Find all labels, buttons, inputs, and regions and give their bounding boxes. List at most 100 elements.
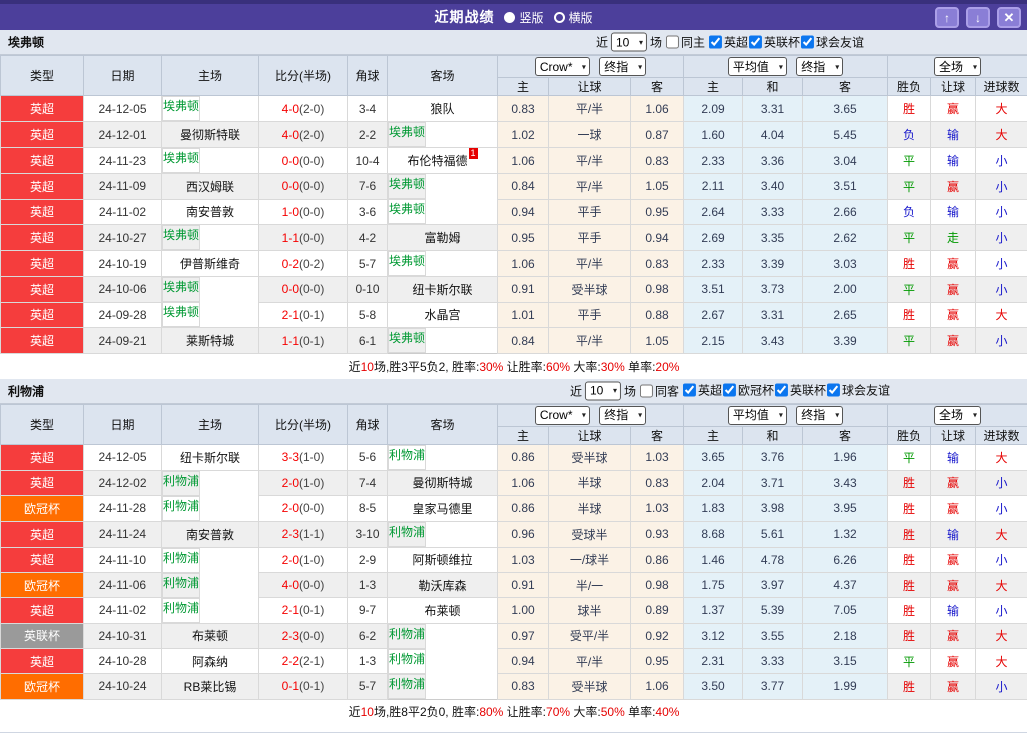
radio-vertical-icon[interactable] — [504, 11, 516, 23]
corners-cell: 3-4 — [347, 95, 388, 122]
final-odds-select[interactable]: 终指 — [599, 405, 647, 425]
move-down-button[interactable]: ↓ — [966, 7, 990, 28]
result-goals: 大 — [975, 95, 1027, 122]
date-cell: 24-10-28 — [83, 648, 162, 674]
same-venue-checkbox[interactable] — [639, 384, 653, 397]
avg-home-odds: 1.37 — [683, 597, 744, 624]
handicap-line: 受半球 — [548, 443, 631, 471]
league-filter[interactable]: 英超 — [708, 33, 748, 50]
results-table: 类型 日期 主场 比分(半场) 角球 客场 Crow* ▾ 终指 ▾ 平均值 ▾ 终指… — [0, 55, 1027, 379]
league-checkbox[interactable] — [827, 383, 841, 397]
league-filter[interactable]: 欧冠杯 — [722, 382, 774, 399]
recent-count-select[interactable]: 10 — [610, 32, 647, 52]
result-goals: 小 — [975, 147, 1027, 174]
league-filter[interactable]: 球会友谊 — [800, 33, 864, 50]
fullmatch-select[interactable]: 全场 — [934, 405, 982, 425]
match-row: 英超 24-12-02 利物浦 2-0(1-0) 7-4 曼彻斯特城 1.06 半球 0.83 2… — [0, 469, 1027, 496]
close-icon: ✕ — [1003, 9, 1015, 25]
handicap-away-odds: 0.83 — [629, 469, 685, 496]
subcol-away-odds: 客 — [629, 77, 685, 96]
avg-away-odds: 3.15 — [802, 648, 889, 674]
avg-draw-odds: 3.39 — [742, 250, 804, 277]
move-up-button[interactable]: ↑ — [935, 7, 959, 28]
final-odds-select[interactable]: 终指 — [599, 57, 647, 76]
col-header-home: 主场 — [161, 55, 259, 96]
recent-count-select[interactable]: 10 — [584, 381, 621, 400]
avg-home-odds: 2.33 — [683, 250, 744, 277]
corners-cell: 9-7 — [347, 597, 388, 624]
same-venue-filter[interactable]: 同客 — [639, 382, 679, 399]
result-handicap: 赢 — [930, 276, 977, 303]
league-filter[interactable]: 球会友谊 — [826, 382, 890, 399]
games-label: 场 — [623, 384, 636, 398]
same-venue-filter[interactable]: 同主 — [665, 34, 705, 51]
score-cell: 2-0(1-0) — [258, 469, 348, 496]
final-odds-select2[interactable]: 终指 — [796, 405, 844, 425]
result-winloss: 胜 — [887, 546, 932, 573]
team-section-everton: 埃弗顿 近 10 ▾ 场 同主 英超 英联杯 球会友谊 类型 日期 主场 比分(… — [0, 30, 1027, 379]
league-filter[interactable]: 英联杯 — [774, 382, 826, 399]
result-winloss: 胜 — [887, 622, 932, 649]
handicap-away-odds: 0.83 — [629, 147, 685, 174]
home-team-cell: 南安普敦 — [161, 520, 259, 548]
league-checkbox[interactable] — [709, 35, 722, 48]
result-winloss: 负 — [887, 198, 932, 225]
match-row: 英超 24-12-05 纽卡斯尔联 3-3(1-0) 5-6 利物浦 0.86 受半球 1.03… — [0, 443, 1027, 471]
score-cell: 4-0(2-0) — [258, 121, 348, 148]
avg-odds-select[interactable]: 平均值 — [727, 405, 787, 425]
score-cell: 2-2(2-1) — [258, 648, 348, 674]
handicap-line: 平/半 — [548, 648, 631, 674]
result-handicap: 走 — [930, 224, 977, 251]
handicap-line: 受半球 — [548, 673, 631, 700]
avg-odds-select[interactable]: 平均值 — [727, 57, 787, 76]
col-header-corners: 角球 — [347, 55, 388, 96]
league-filter[interactable]: 英联杯 — [748, 33, 800, 50]
page-title: 近期战绩 — [434, 9, 495, 25]
odds-source-select[interactable]: Crow* — [534, 405, 590, 425]
result-handicap: 输 — [930, 198, 977, 225]
avg-away-odds: 3.03 — [802, 250, 889, 277]
league-checkbox[interactable] — [749, 35, 763, 48]
avg-away-odds: 2.62 — [802, 224, 889, 251]
final-odds-select2[interactable]: 终指 — [796, 57, 844, 76]
score-cell: 0-1(0-1) — [258, 673, 348, 700]
odds-source-select[interactable]: Crow* — [534, 57, 590, 76]
recent-results-panel: 近期战绩 竖版 横版 ↑ ↓ ✕ 埃弗顿 近 10 ▾ 场 同主 英超 英联杯 … — [0, 0, 1027, 733]
result-handicap: 赢 — [930, 673, 977, 700]
handicap-home-odds: 1.02 — [497, 121, 549, 148]
same-venue-checkbox[interactable] — [665, 35, 679, 49]
handicap-line: 受半球 — [548, 276, 631, 303]
handicap-away-odds: 0.95 — [629, 198, 685, 225]
match-row: 英超 24-11-02 利物浦 2-1(0-1) 9-7 布莱顿 1.00 球半 0.89 1.3… — [0, 597, 1027, 624]
handicap-home-odds: 0.83 — [497, 673, 549, 700]
result-goals: 大 — [975, 520, 1027, 548]
result-handicap: 输 — [930, 147, 977, 174]
result-goals: 小 — [975, 250, 1027, 277]
handicap-odds-group: Crow* ▾ 终指 ▾ — [496, 403, 685, 427]
home-team-cell: 埃弗顿 — [162, 148, 201, 173]
subcol-home-odds: 主 — [497, 425, 549, 445]
corners-cell: 3-10 — [347, 520, 388, 548]
league-checkbox[interactable] — [723, 383, 737, 397]
score-cell: 2-1(0-1) — [258, 301, 348, 328]
avg-draw-odds: 3.97 — [742, 572, 804, 598]
league-filter[interactable]: 英超 — [682, 382, 722, 399]
avg-away-odds: 3.51 — [802, 173, 889, 200]
result-winloss: 负 — [887, 121, 932, 148]
radio-horizontal[interactable]: 横版 — [553, 9, 593, 26]
league-badge: 英超 — [0, 648, 84, 674]
league-checkbox[interactable] — [801, 35, 815, 48]
radio-vertical[interactable]: 竖版 — [504, 9, 544, 26]
radio-horizontal-icon[interactable] — [553, 11, 565, 23]
close-button[interactable]: ✕ — [997, 7, 1021, 28]
corners-cell: 5-6 — [347, 443, 388, 471]
league-badge: 英超 — [0, 597, 84, 624]
avg-draw-odds: 3.77 — [742, 673, 804, 700]
league-checkbox[interactable] — [682, 383, 696, 397]
fullmatch-select[interactable]: 全场 — [934, 57, 982, 76]
subcol-avg-away: 客 — [802, 77, 889, 96]
col-header-score: 比分(半场) — [258, 403, 348, 445]
score-cell: 4-0(2-0) — [258, 95, 348, 122]
league-checkbox[interactable] — [775, 383, 789, 397]
handicap-away-odds: 0.94 — [629, 224, 685, 251]
